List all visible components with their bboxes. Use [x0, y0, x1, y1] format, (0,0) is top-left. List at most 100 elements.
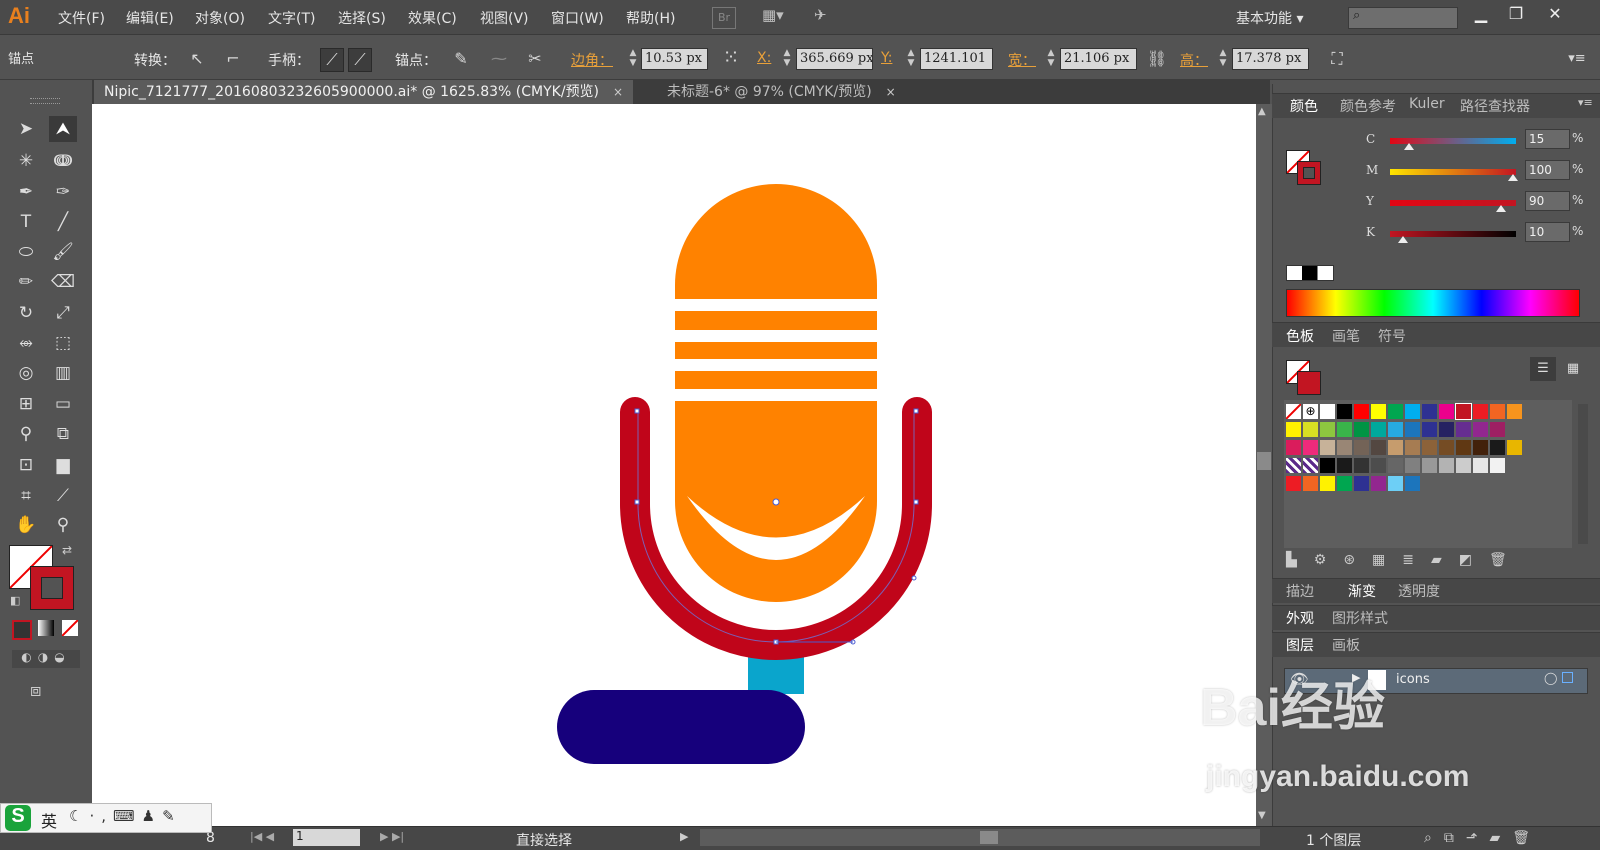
slice-tool-icon[interactable]: ⟋	[49, 483, 77, 509]
gradient-mode-icon[interactable]	[38, 620, 54, 636]
swatch[interactable]	[1388, 440, 1403, 455]
current-tool-status[interactable]: 直接选择	[516, 830, 572, 850]
artboard-navigation-field[interactable]: 1	[293, 829, 360, 846]
menu-view[interactable]: 视图(V)	[480, 8, 529, 28]
y-label[interactable]: Y:	[881, 50, 892, 66]
hand-tool-icon[interactable]: ✋	[12, 512, 40, 538]
swatch[interactable]	[1337, 404, 1352, 419]
tab-close-icon[interactable]: ×	[886, 85, 896, 99]
menu-window[interactable]: 窗口(W)	[551, 8, 604, 28]
swatch[interactable]	[1286, 458, 1301, 473]
swatch[interactable]	[1285, 403, 1302, 420]
tab-stroke[interactable]: 描边	[1286, 581, 1314, 601]
horizontal-scrollbar[interactable]	[700, 829, 1260, 846]
zoom-tool-icon[interactable]: ⚲	[49, 512, 77, 538]
swatch[interactable]	[1320, 404, 1335, 419]
swatch[interactable]	[1473, 440, 1488, 455]
width-spinner[interactable]: ▲ ▼	[1044, 48, 1058, 70]
tab-document-2[interactable]: 未标题-6* @ 97% (CMYK/预览) ×	[657, 80, 906, 104]
swatch[interactable]: ⊕	[1303, 404, 1318, 419]
show-handles-icon[interactable]: ⟋	[320, 48, 344, 72]
search-input[interactable]: ⌕	[1348, 7, 1458, 29]
color-stroke-icon[interactable]	[1297, 161, 1321, 185]
swatch[interactable]	[1371, 422, 1386, 437]
height-field[interactable]: 17.378 px	[1232, 48, 1309, 70]
mic-base[interactable]	[557, 690, 805, 764]
x-spinner[interactable]: ▲ ▼	[780, 48, 794, 70]
y-spinner[interactable]: ▲ ▼	[904, 48, 918, 70]
swatch[interactable]	[1490, 458, 1505, 473]
swatch[interactable]	[1456, 422, 1471, 437]
height-spinner[interactable]: ▲ ▼	[1216, 48, 1230, 70]
tab-graphic-styles[interactable]: 图形样式	[1332, 608, 1388, 628]
swatch[interactable]	[1422, 440, 1437, 455]
workspace-switcher[interactable]: 基本功能 ▾	[1236, 8, 1303, 28]
menu-object[interactable]: 对象(O)	[195, 8, 245, 28]
reference-point-icon[interactable]: ⁙	[720, 46, 742, 68]
width-tool-icon[interactable]: ⥈	[12, 330, 40, 356]
channel-value-field[interactable]: 90	[1525, 191, 1570, 211]
color-spectrum[interactable]	[1286, 289, 1580, 317]
menu-type[interactable]: 文字(T)	[268, 8, 315, 28]
swatch[interactable]	[1320, 458, 1335, 473]
arrange-documents-icon[interactable]: ▦▾	[762, 6, 784, 24]
menu-help[interactable]: 帮助(H)	[626, 8, 675, 28]
swatch[interactable]	[1405, 404, 1420, 419]
swatch[interactable]	[1371, 458, 1386, 473]
corner-label[interactable]: 边角：	[571, 50, 613, 70]
swatch[interactable]	[1354, 458, 1369, 473]
rotate-tool-icon[interactable]: ↻	[12, 300, 40, 326]
minimize-button[interactable]: ▁	[1470, 4, 1492, 26]
swatch[interactable]	[1405, 458, 1420, 473]
channel-value-field[interactable]: 10	[1525, 222, 1570, 242]
tab-close-icon[interactable]: ×	[613, 85, 623, 99]
x-field[interactable]: 365.669 px	[796, 48, 873, 70]
list-view-icon[interactable]: ☰	[1530, 357, 1556, 381]
gpu-performance-icon[interactable]: ✈	[814, 6, 827, 24]
gradient-tool-icon[interactable]: ▭	[49, 391, 77, 417]
drawing-modes-icon[interactable]: ◐◑◒	[12, 650, 80, 668]
artboard-canvas[interactable]	[92, 104, 1270, 826]
cut-path-icon[interactable]: ✂	[524, 48, 546, 70]
tab-symbols[interactable]: 符号	[1378, 326, 1406, 346]
ime-toolbar[interactable]: S 英 ☾·,⌨♟✎	[0, 803, 212, 833]
curvature-tool-icon[interactable]: ✑	[49, 179, 77, 205]
swatch[interactable]	[1490, 440, 1505, 455]
swatch[interactable]	[1354, 440, 1369, 455]
slider-thumb[interactable]	[1508, 174, 1518, 181]
ellipse-tool-icon[interactable]: ⬭	[12, 239, 40, 265]
swatch[interactable]	[1456, 458, 1471, 473]
swatch[interactable]	[1371, 404, 1386, 419]
tab-gradient[interactable]: 渐变	[1348, 581, 1376, 601]
symbol-sprayer-tool-icon[interactable]: ⊡	[12, 452, 40, 478]
target-icon[interactable]: ◯	[1544, 671, 1557, 685]
swatch[interactable]	[1320, 440, 1335, 455]
slider-thumb[interactable]	[1496, 205, 1506, 212]
swatch[interactable]	[1405, 440, 1420, 455]
swatch[interactable]	[1320, 422, 1335, 437]
panel-menu-icon[interactable]: ▾≡	[1578, 96, 1593, 109]
grid-view-icon[interactable]: ▦	[1560, 357, 1586, 381]
swatch[interactable]	[1303, 458, 1318, 473]
height-label[interactable]: 高：	[1180, 50, 1208, 70]
restore-button[interactable]: ❐	[1505, 4, 1527, 26]
column-graph-tool-icon[interactable]: ▆	[49, 452, 77, 478]
toolbox-grip[interactable]	[30, 98, 60, 104]
tab-color-guide[interactable]: 颜色参考	[1340, 96, 1396, 116]
swap-fill-stroke-icon[interactable]: ⇄	[62, 543, 72, 557]
magic-wand-tool-icon[interactable]: ✳	[12, 148, 40, 174]
corner-field[interactable]: 10.53 px	[641, 48, 708, 70]
channel-value-field[interactable]: 100	[1525, 160, 1570, 180]
menu-file[interactable]: 文件(F)	[58, 8, 105, 28]
transform-icon[interactable]: ⛶	[1326, 48, 1348, 70]
artboard-tool-icon[interactable]: ⌗	[12, 483, 40, 509]
scale-tool-icon[interactable]: ⤢	[49, 300, 77, 326]
direct-selection-tool-icon[interactable]: ⮝	[49, 116, 77, 142]
tab-kuler[interactable]: Kuler	[1409, 96, 1445, 112]
swatch[interactable]	[1490, 404, 1505, 419]
swatch[interactable]	[1303, 422, 1318, 437]
swatch[interactable]	[1286, 476, 1301, 491]
swatch[interactable]	[1286, 422, 1301, 437]
swatch[interactable]	[1405, 476, 1420, 491]
swatch[interactable]	[1337, 476, 1352, 491]
